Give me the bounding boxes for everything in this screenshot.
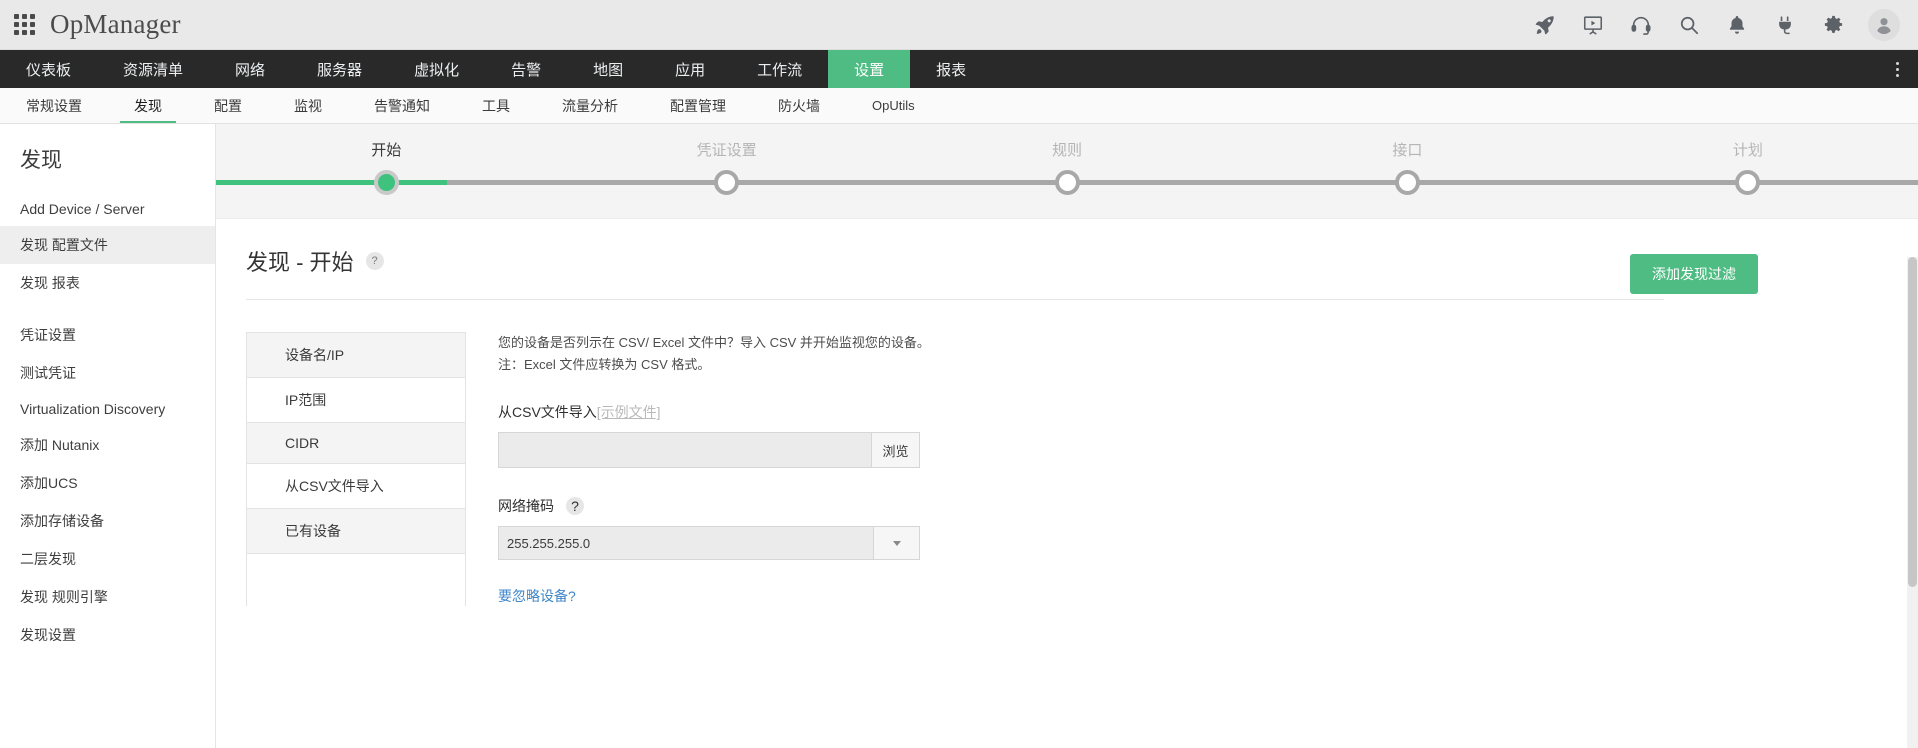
step-label-credentials[interactable]: 凭证设置 — [556, 139, 896, 160]
csv-import-label-text: 从CSV文件导入 — [498, 404, 597, 421]
nav-item-dashboard[interactable]: 仪表板 — [0, 50, 97, 88]
subnav-item-general[interactable]: 常规设置 — [0, 88, 108, 123]
nav-item-maps[interactable]: 地图 — [567, 50, 649, 88]
step-dot-credentials[interactable] — [714, 170, 740, 195]
browse-button[interactable]: 浏览 — [871, 433, 919, 468]
discovery-method-tabs: 设备名/IP IP范围 CIDR 从CSV文件导入 已有设备 — [246, 332, 466, 607]
csv-file-input[interactable] — [499, 433, 871, 468]
tab-device-name-ip[interactable]: 设备名/IP — [247, 333, 465, 378]
wizard-stepper: 开始 凭证设置 规则 接口 计划 — [216, 124, 1918, 219]
subnav-item-discovery[interactable]: 发现 — [108, 88, 188, 123]
sidebar-item-credentials[interactable]: 凭证设置 — [0, 316, 215, 354]
nav-item-virtualization[interactable]: 虚拟化 — [388, 50, 485, 88]
subnav-item-notifications[interactable]: 告警通知 — [348, 88, 456, 123]
step-dot-interfaces[interactable] — [1394, 170, 1420, 195]
ignore-devices-link[interactable]: 要忽略设备? — [498, 586, 576, 606]
netmask-selected-value: 255.255.255.0 — [507, 535, 591, 551]
sidebar-item-discovery-settings[interactable]: 发现设置 — [0, 616, 215, 654]
nav-item-settings[interactable]: 设置 — [828, 50, 911, 88]
subnav-item-config-management[interactable]: 配置管理 — [644, 88, 752, 123]
nav-item-network[interactable]: 网络 — [209, 50, 291, 88]
stepper-labels: 开始 凭证设置 规则 接口 计划 — [216, 124, 1918, 160]
subnav-item-firewall[interactable]: 防火墙 — [752, 88, 846, 123]
step-label-rules[interactable]: 规则 — [897, 139, 1237, 160]
sidebar-item-discovery-report[interactable]: 发现 报表 — [0, 264, 215, 302]
page-scrollbar[interactable] — [1907, 257, 1918, 748]
search-icon[interactable] — [1676, 12, 1702, 38]
step-dot-rules[interactable] — [1054, 170, 1080, 195]
sidebar-item-add-ucs[interactable]: 添加UCS — [0, 464, 215, 502]
discovery-form: 设备名/IP IP范围 CIDR 从CSV文件导入 已有设备 您的设备是否列示在… — [216, 300, 1918, 607]
bell-icon[interactable] — [1724, 12, 1750, 38]
avatar[interactable] — [1868, 8, 1900, 41]
tab-ip-range[interactable]: IP范围 — [247, 378, 465, 423]
form-description-line2: 注：Excel 文件应转换为 CSV 格式。 — [498, 357, 711, 373]
sample-file-link[interactable]: [示例文件] — [597, 404, 661, 420]
help-icon[interactable]: ? — [365, 252, 384, 270]
sidebar-item-discovery-profile[interactable]: 发现 配置文件 — [0, 226, 215, 264]
sidebar-item-add-nutanix[interactable]: 添加 Nutanix — [0, 426, 215, 464]
subnav-item-tools[interactable]: 工具 — [456, 88, 536, 123]
sidebar-item-discovery-rule-engine[interactable]: 发现 规则引擎 — [0, 578, 215, 616]
header-icon-group — [1532, 8, 1918, 41]
subnav-item-oputils[interactable]: OpUtils — [846, 88, 941, 123]
nav-item-workflow[interactable]: 工作流 — [731, 50, 828, 88]
sidebar-item-add-device-server[interactable]: Add Device / Server — [0, 192, 215, 226]
more-options-icon[interactable] — [1876, 50, 1918, 88]
tab-cidr[interactable]: CIDR — [247, 423, 465, 464]
subnav-item-monitoring[interactable]: 监视 — [268, 88, 348, 123]
app-title: OpManager — [50, 9, 181, 39]
step-label-schedule[interactable]: 计划 — [1578, 139, 1918, 160]
headset-icon[interactable] — [1628, 12, 1654, 38]
nav-item-server[interactable]: 服务器 — [291, 50, 388, 88]
nav-item-reports[interactable]: 报表 — [910, 50, 992, 88]
main-navigation: 仪表板 资源清单 网络 服务器 虚拟化 告警 地图 应用 工作流 设置 报表 — [0, 50, 1918, 88]
subnav-item-configuration[interactable]: 配置 — [188, 88, 268, 123]
stepper-dots — [216, 170, 1918, 195]
sidebar-item-layer2-discovery[interactable]: 二层发现 — [0, 540, 215, 578]
form-description-line1: 您的设备是否列示在 CSV/ Excel 文件中？导入 CSV 并开始监视您的设… — [498, 335, 930, 350]
tab-import-csv[interactable]: 从CSV文件导入 — [247, 464, 465, 509]
gear-icon[interactable] — [1820, 12, 1846, 38]
sidebar-item-test-credentials[interactable]: 测试凭证 — [0, 354, 215, 392]
apps-grid-icon[interactable] — [14, 13, 36, 36]
form-fields: 您的设备是否列示在 CSV/ Excel 文件中？导入 CSV 并开始监视您的设… — [466, 332, 966, 606]
csv-import-label: 从CSV文件导入[示例文件] — [498, 402, 966, 422]
scrollbar-thumb[interactable] — [1908, 257, 1917, 587]
nav-item-apps[interactable]: 应用 — [649, 50, 731, 88]
netmask-select[interactable]: 255.255.255.0 — [498, 526, 920, 561]
sidebar-item-virtualization-discovery[interactable]: Virtualization Discovery — [0, 392, 215, 426]
step-dot-start[interactable] — [373, 170, 399, 195]
main-content: 开始 凭证设置 规则 接口 计划 发现 - 开始 ? 添加发现过滤 设备名/IP… — [216, 124, 1918, 748]
chevron-down-icon[interactable] — [873, 527, 919, 560]
tab-existing-devices[interactable]: 已有设备 — [247, 509, 465, 554]
sidebar-divider — [0, 302, 215, 316]
sub-navigation: 常规设置 发现 配置 监视 告警通知 工具 流量分析 配置管理 防火墙 OpUt… — [0, 88, 1918, 124]
presentation-icon[interactable] — [1580, 12, 1606, 38]
page-title: 发现 - 开始 — [246, 250, 354, 275]
csv-file-row: 浏览 — [498, 432, 920, 469]
header-left-group: OpManager — [0, 9, 181, 40]
plug-icon[interactable] — [1772, 12, 1798, 38]
add-discovery-filter-button[interactable]: 添加发现过滤 — [1630, 254, 1758, 294]
left-sidebar: 发现 Add Device / Server 发现 配置文件 发现 报表 凭证设… — [0, 124, 216, 748]
netmask-label: 网络掩码 — [498, 498, 554, 515]
sidebar-title: 发现 — [20, 149, 62, 172]
step-dot-schedule[interactable] — [1735, 170, 1761, 195]
netmask-label-row: 网络掩码 ? — [498, 496, 966, 516]
subnav-item-netflow[interactable]: 流量分析 — [536, 88, 644, 123]
nav-item-inventory[interactable]: 资源清单 — [97, 50, 209, 88]
netmask-help-icon[interactable]: ? — [566, 497, 584, 516]
top-header-bar: OpManager — [0, 0, 1918, 50]
step-label-interfaces[interactable]: 接口 — [1237, 139, 1577, 160]
rocket-icon[interactable] — [1532, 12, 1558, 38]
nav-item-alarms[interactable]: 告警 — [485, 50, 567, 88]
step-label-start[interactable]: 开始 — [216, 139, 556, 160]
sidebar-item-add-storage[interactable]: 添加存储设备 — [0, 502, 215, 540]
